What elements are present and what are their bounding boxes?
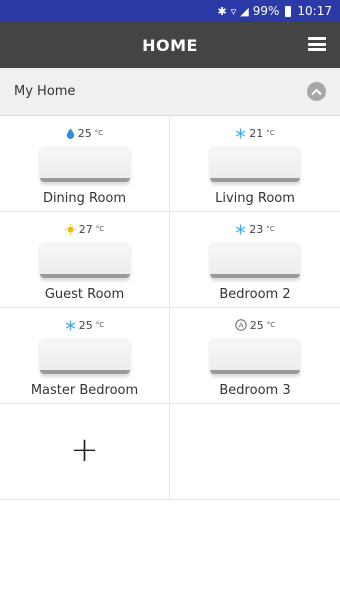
room-name: Living Room [215,191,295,206]
room-card[interactable]: A 25 °C Bedroom 3 [170,308,340,403]
status-bar: ✱ ▿ ◢ 99% 10:17 [0,0,340,22]
bluetooth-icon: ✱ [217,4,227,18]
ac-unit-image [210,242,300,278]
room-name: Dining Room [42,191,127,206]
sun-icon [64,223,76,235]
room-temp: 27 [78,222,93,236]
auto-icon: A [235,319,247,331]
ac-unit-image [39,338,130,374]
home-group-header[interactable]: My Home [0,68,340,116]
room-card[interactable]: 27 °C Guest Room [0,212,170,307]
ac-unit-image [210,338,300,374]
drop-icon [66,128,74,139]
wifi-icon: ▿ [230,4,237,18]
room-temp: 25 [78,318,93,332]
ac-unit-image [39,146,130,182]
room-name: Guest Room [44,287,125,302]
empty-cell [170,404,340,499]
snowflake-icon [236,128,246,138]
signal-icon: ◢ [240,4,249,18]
menu-icon[interactable] [308,37,326,51]
room-temp: 25 [249,318,264,332]
clock: 10:17 [297,4,332,18]
ac-unit-image [39,242,130,278]
home-group-title: My Home [14,84,76,99]
chevron-up-icon [311,88,322,95]
battery-icon [285,5,292,17]
room-temp: 23 [249,222,264,236]
plus-icon: + [70,429,99,470]
page-title: HOME [142,35,198,55]
room-card[interactable]: 21 °C Living Room [170,116,340,211]
room-temp: 21 [249,126,264,140]
ac-unit-image [210,146,300,182]
battery-percent: 99% [252,4,280,18]
snowflake-icon [236,224,246,234]
room-name: Bedroom 3 [219,383,291,398]
add-room-button[interactable]: + [0,404,170,499]
room-card[interactable]: 25 °C Master Bedroom [0,308,170,403]
room-grid: 25 °C Dining Room 21 °C Living Room 27 °… [0,116,340,500]
room-temp: 25 [77,126,92,140]
room-card[interactable]: 25 °C Dining Room [0,116,170,211]
snowflake-icon [65,320,75,330]
svg-text:A: A [238,322,243,330]
collapse-toggle-icon[interactable] [307,82,326,101]
app-bar: HOME [0,22,340,68]
room-card[interactable]: 23 °C Bedroom 2 [170,212,340,307]
room-name: Master Bedroom [30,383,139,398]
room-name: Bedroom 2 [219,287,291,302]
